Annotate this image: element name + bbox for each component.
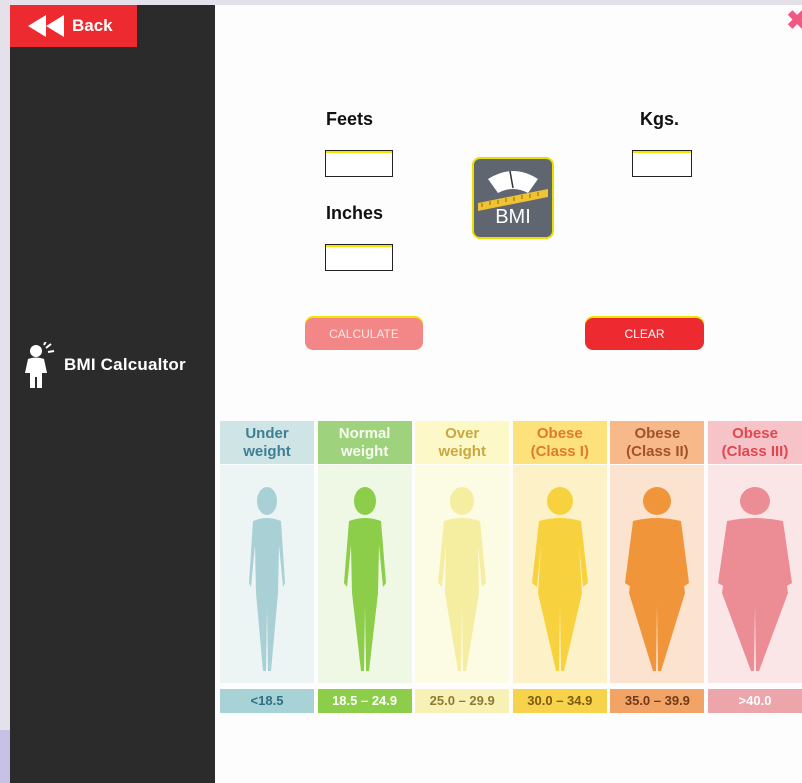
bmi-category-name-line2: (Class III) — [721, 442, 789, 460]
bmi-category-illustration — [512, 465, 607, 683]
inches-input[interactable] — [325, 244, 393, 271]
app-title: BMI Calcualtor — [64, 355, 186, 374]
bmi-category-illustration — [415, 465, 510, 683]
bmi-category-column: Under weight <18.5 — [220, 418, 314, 713]
bmi-category-name-line1: Under — [245, 424, 289, 442]
rewind-icon — [28, 15, 64, 37]
bmi-category-name-line2: (Class II) — [626, 442, 689, 460]
bmi-category-header: Over weight — [415, 421, 510, 464]
bmi-category-column: Over weight 25.0 – 29.9 — [415, 418, 510, 713]
bmi-category-illustration — [317, 465, 412, 683]
body-silhouette-icon — [531, 487, 588, 671]
app-brand: BMI Calcualtor — [22, 342, 186, 388]
bmi-range-label: 35.0 – 39.9 — [610, 689, 705, 713]
bmi-range-label: >40.0 — [708, 689, 802, 713]
bmi-range-label: <18.5 — [220, 689, 314, 713]
bmi-category-name-line1: Obese — [536, 424, 583, 442]
bmi-category-name-line2: weight — [438, 442, 486, 460]
bmi-category-header: Normal weight — [317, 421, 412, 464]
bmi-range-label: 25.0 – 29.9 — [415, 689, 510, 713]
bmi-category-name-line1: Normal — [338, 424, 391, 442]
bmi-category-header: Under weight — [220, 421, 314, 464]
bmi-category-header: Obese (Class II) — [610, 421, 705, 464]
calculate-button[interactable]: CALCULATE — [305, 318, 423, 350]
bmi-scale-icon: BMI — [472, 157, 554, 239]
body-silhouette-icon — [438, 487, 487, 671]
kgs-label: Kgs. — [640, 109, 680, 129]
sidebar: Back BMI Calcualtor — [10, 5, 215, 783]
bmi-category-illustration — [220, 465, 314, 683]
bmi-category-column: Normal weight 18.5 – 24.9 — [317, 418, 412, 713]
body-silhouette-icon — [625, 487, 690, 671]
main-panel: ✖ Feets Inches Kgs. BMI CALCULATE CLEAR … — [215, 5, 802, 783]
bmi-category-name-line2: weight — [340, 442, 389, 460]
close-icon[interactable]: ✖ — [786, 7, 802, 33]
bmi-category-column: Obese (Class I) 30.0 – 34.9 — [512, 418, 607, 713]
bmi-category-name-line1: Obese — [634, 424, 681, 442]
feet-label: Feets — [326, 109, 374, 129]
body-silhouette-icon — [718, 487, 792, 671]
back-label: Back — [72, 16, 113, 35]
bmi-category-name-line1: Over — [445, 424, 480, 442]
bmi-category-illustration — [610, 465, 705, 683]
bmi-category-name-line2: weight — [243, 442, 291, 460]
bmi-category-illustration — [708, 465, 802, 683]
bmi-category-name-line1: Obese — [732, 424, 778, 442]
person-icon — [25, 342, 55, 388]
bmi-category-header: Obese (Class III) — [708, 421, 802, 464]
bmi-category-header: Obese (Class I) — [512, 421, 607, 464]
bmi-range-label: 18.5 – 24.9 — [317, 689, 412, 713]
bmi-icon-label: BMI — [495, 206, 531, 228]
bmi-range-label: 30.0 – 34.9 — [512, 689, 607, 713]
bmi-category-name-line2: (Class I) — [530, 442, 589, 460]
bmi-category-chart: Under weight <18.5 Normal weight 18.5 – 24.9 O… — [220, 418, 802, 713]
bmi-category-column: Obese (Class III) >40.0 — [708, 418, 802, 713]
body-silhouette-icon — [249, 487, 285, 671]
body-silhouette-icon — [343, 487, 386, 671]
clear-button[interactable]: CLEAR — [585, 318, 704, 350]
back-button[interactable]: Back — [10, 5, 137, 47]
kgs-input[interactable] — [632, 150, 692, 177]
inches-label: Inches — [326, 203, 384, 223]
bmi-category-column: Obese (Class II) 35.0 – 39.9 — [610, 418, 705, 713]
feet-input[interactable] — [325, 150, 393, 177]
